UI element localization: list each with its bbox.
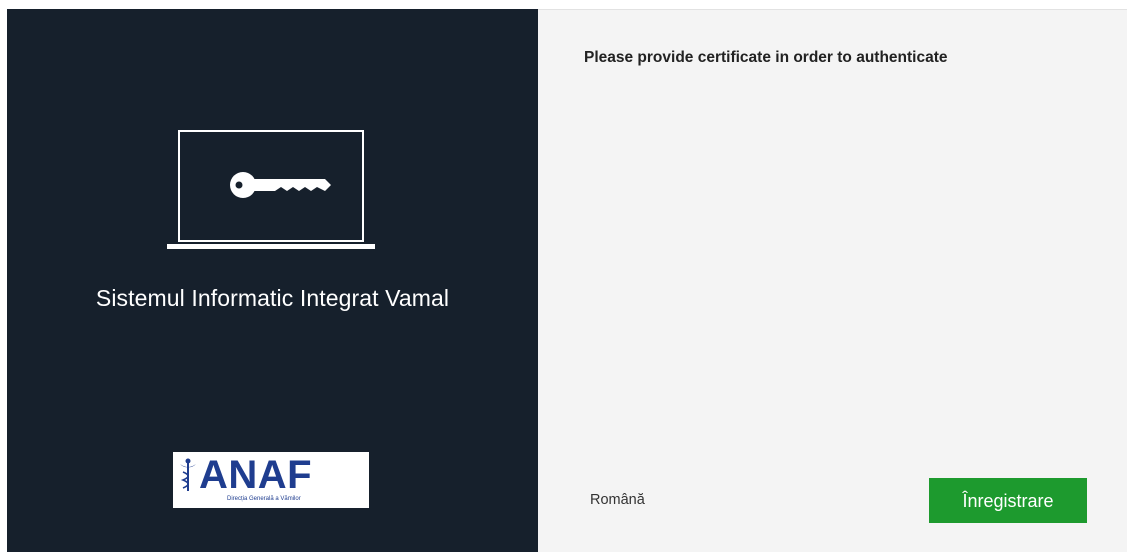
certificate-prompt: Please provide certificate in order to a… xyxy=(584,49,948,66)
laptop-key-icon xyxy=(167,130,375,249)
anaf-brand: ANAF xyxy=(199,453,313,497)
anaf-logo: ANAF Direcția Generală a Vămilor xyxy=(173,452,369,508)
auth-panel: Please provide certificate in order to a… xyxy=(538,9,1127,552)
anaf-subtitle: Direcția Generală a Vămilor xyxy=(227,496,301,502)
branding-panel: Sistemul Informatic Integrat Vamal ANAF … xyxy=(7,9,538,552)
caduceus-icon xyxy=(180,458,196,491)
register-button[interactable]: Înregistrare xyxy=(929,478,1087,523)
language-selector[interactable]: Română xyxy=(590,492,645,508)
auth-page: Sistemul Informatic Integrat Vamal ANAF … xyxy=(7,9,1127,552)
app-title: Sistemul Informatic Integrat Vamal xyxy=(95,285,450,311)
